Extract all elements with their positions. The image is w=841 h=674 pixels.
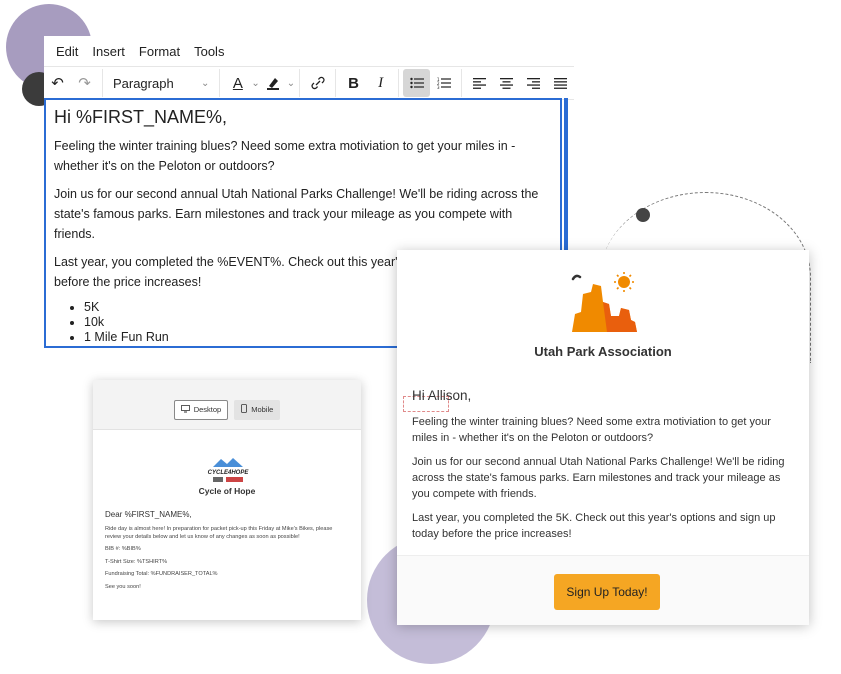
editor-paragraph: Join us for our second annual Utah Natio… [54,187,539,241]
card-body: Feeling the winter training blues? Need … [412,414,796,550]
align-justify-icon[interactable] [547,69,574,97]
preview-org-name: Cycle of Hope [198,486,256,496]
toolbar-divider [219,69,221,97]
preview-line: See you soon! [105,583,141,590]
align-right-icon[interactable] [520,69,547,97]
block-format-select[interactable]: Paragraph ⌄ [107,76,215,91]
preview-body: Ride day is almost here! In preparation … [105,526,349,596]
card-footer: Sign Up Today! [397,555,809,625]
utah-park-logo [571,272,637,332]
sign-up-button[interactable]: Sign Up Today! [554,574,660,610]
card-paragraph: Join us for our second annual Utah Natio… [412,456,785,500]
block-format-value: Paragraph [112,75,174,91]
italic-icon[interactable]: I [367,69,394,97]
preview-greeting: Dear %FIRST_NAME%, [105,510,192,519]
phone-icon [241,404,248,415]
logo-wordmark: CYCLE4HOPE [208,470,250,476]
toolbar-divider [299,69,301,97]
monitor-icon [180,404,190,415]
editor-paragraph: Feeling the winter training blues? Need … [54,139,516,173]
chevron-down-icon[interactable]: ⌄ [287,78,295,89]
link-icon[interactable] [304,69,331,97]
preview-line: Fundraising Total: %FUNDRAISER_TOTAL% [105,571,218,577]
desktop-label: Desktop [193,405,222,414]
align-left-icon[interactable] [466,69,493,97]
mobile-toggle-button[interactable]: Mobile [234,399,281,420]
svg-text:3: 3 [437,85,440,89]
decor-dot [636,208,650,222]
menu-tools[interactable]: Tools [194,44,224,59]
toolbar-divider [335,69,337,97]
preview-line: Ride day is almost here! In preparation … [105,526,333,540]
chevron-down-icon[interactable]: ⌄ [251,78,259,89]
editor-heading: Hi %FIRST_NAME%, [54,107,228,127]
bold-icon[interactable]: B [340,69,367,97]
align-center-icon[interactable] [493,69,520,97]
cycle-of-hope-logo: CYCLE4HOPE [208,458,250,482]
numbered-list-icon[interactable]: 123 [430,69,457,97]
card-greeting: Hi Allison, [412,388,472,403]
preview-line: T-Shirt Size: %TSHIRT% [105,558,168,565]
editor-menubar: Edit Insert Format Tools [44,36,574,66]
editor-toolbar: ↶ ↷ Paragraph ⌄ A ⌄ ⌄ B I 123 [44,66,574,100]
redo-icon[interactable]: ↷ [71,69,98,97]
toolbar-divider [398,69,400,97]
email-preview-card: Utah Park Association Hi Allison, Feelin… [397,250,809,625]
text-color-icon[interactable]: A [224,69,251,97]
toolbar-divider [461,69,463,97]
chevron-down-icon: ⌄ [201,77,210,89]
desktop-toggle-button[interactable]: Desktop [173,399,229,420]
card-paragraph: Feeling the winter training blues? Need … [412,416,771,444]
highlight-color-icon[interactable] [260,69,287,97]
undo-icon[interactable]: ↶ [44,69,71,97]
mobile-label: Mobile [251,405,274,414]
preview-line: BIB #: %BIB% [105,546,141,552]
menu-format[interactable]: Format [139,44,180,59]
card-paragraph: Last year, you completed the 5K. Check o… [412,512,776,540]
email-preview-panel: Desktop Mobile CYCLE4HOPE Cycle of Hope … [93,380,361,620]
toolbar-divider [102,69,103,97]
bullet-list-icon[interactable] [403,69,431,97]
preview-toggle-bar: Desktop Mobile [93,380,361,430]
menu-edit[interactable]: Edit [56,44,78,59]
menu-insert[interactable]: Insert [92,44,125,59]
card-org-name: Utah Park Association [534,344,672,359]
